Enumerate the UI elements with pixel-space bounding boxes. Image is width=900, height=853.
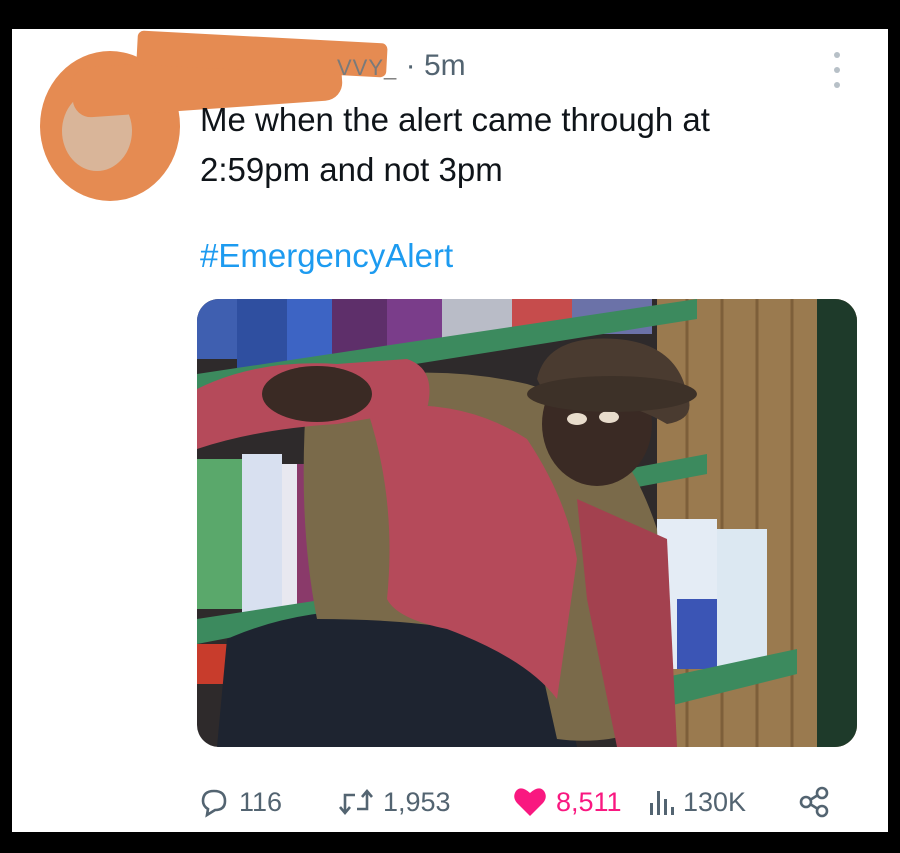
- like-count: 8,511: [556, 786, 622, 817]
- tweet-text-line: Me when the alert came through at: [200, 101, 710, 138]
- heart-icon: [514, 788, 546, 816]
- tweet-image[interactable]: [197, 299, 857, 747]
- reply-count: 116: [239, 786, 283, 817]
- hashtag-link[interactable]: #EmergencyAlert: [200, 237, 453, 275]
- share-button[interactable]: [797, 785, 831, 819]
- tweet-meta: VVY_ · 5m: [337, 49, 466, 83]
- views-icon: [650, 791, 674, 815]
- retweet-button[interactable]: 1,953: [337, 785, 451, 819]
- retweet-icon: [339, 788, 373, 816]
- tweet-card: VVY_ · 5m Me when the alert came through…: [12, 29, 888, 832]
- tweet-text-line: 2:59pm and not 3pm: [200, 151, 503, 188]
- reply-icon: [201, 789, 227, 818]
- timestamp[interactable]: 5m: [424, 49, 466, 82]
- meme-photo: [197, 299, 857, 747]
- view-count: 130K: [683, 786, 747, 817]
- like-button[interactable]: 8,511: [512, 785, 622, 819]
- reply-button[interactable]: 116: [197, 785, 282, 819]
- more-icon[interactable]: [832, 52, 842, 88]
- retweet-count: 1,953: [383, 786, 451, 817]
- tweet-text: Me when the alert came through at 2:59pm…: [200, 95, 840, 195]
- meta-separator: ·: [405, 49, 416, 82]
- share-icon: [799, 786, 829, 818]
- views-button[interactable]: 130K: [647, 785, 746, 819]
- user-handle[interactable]: VVY_: [337, 55, 397, 80]
- action-bar: 116 1,953 8,511 130K: [197, 777, 837, 827]
